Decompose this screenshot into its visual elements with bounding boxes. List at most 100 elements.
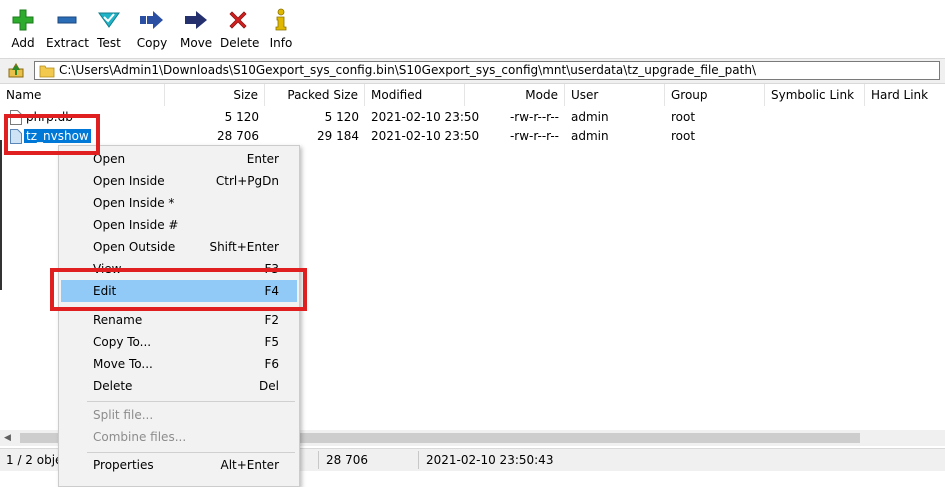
menu-item-combine-files[interactable]: Combine files... bbox=[59, 426, 299, 448]
column-header-packed-size[interactable]: Packed Size bbox=[265, 84, 365, 106]
menu-item-shortcut: F3 bbox=[264, 262, 279, 276]
column-header-name[interactable]: Name bbox=[0, 84, 165, 106]
row-packed-size: 5 120 bbox=[324, 110, 359, 124]
menu-item-label: Open Inside # bbox=[93, 218, 179, 232]
menu-item-edit[interactable]: Edit F4 bbox=[61, 280, 297, 302]
folder-icon bbox=[39, 65, 55, 78]
table-row[interactable]: tz_nvshow 28 706 29 184 2021-02-10 23:50… bbox=[0, 127, 945, 146]
info-label: Info bbox=[269, 36, 293, 50]
toolbar: Add Extract Test Copy Move Delete Info bbox=[0, 0, 945, 56]
move-label: Move bbox=[180, 36, 213, 50]
menu-item-label: Combine files... bbox=[93, 430, 187, 444]
delete-button[interactable]: Delete bbox=[220, 8, 260, 54]
row-group: root bbox=[671, 110, 696, 124]
column-header-mode[interactable]: Mode bbox=[465, 84, 565, 106]
extract-label: Extract bbox=[46, 36, 89, 50]
copy-button[interactable]: Copy bbox=[136, 8, 168, 54]
menu-item-label: Move To... bbox=[93, 357, 153, 371]
status-size: 28 706 bbox=[326, 453, 368, 467]
menu-item-shortcut: F4 bbox=[264, 284, 279, 298]
menu-item-label: Properties bbox=[93, 458, 154, 472]
menu-item-label: Delete bbox=[93, 379, 133, 393]
menu-item-label: View bbox=[93, 262, 122, 276]
info-icon bbox=[275, 8, 287, 31]
column-header-symbolic-link[interactable]: Symbolic Link bbox=[765, 84, 865, 106]
menu-item-shortcut: F5 bbox=[264, 335, 279, 349]
row-user: admin bbox=[571, 110, 609, 124]
menu-item-move-to[interactable]: Move To... F6 bbox=[59, 353, 299, 375]
menu-item-shortcut: F2 bbox=[264, 313, 279, 327]
menu-item-shortcut: Enter bbox=[246, 152, 279, 166]
row-group: root bbox=[671, 129, 696, 143]
extract-button[interactable]: Extract bbox=[46, 8, 89, 54]
address-bar: C:\Users\Admin1\Downloads\S10Gexport_sys… bbox=[0, 58, 945, 84]
address-path: C:\Users\Admin1\Downloads\S10Gexport_sys… bbox=[59, 63, 757, 77]
context-menu: Open Enter Open Inside Ctrl+PgDn Open In… bbox=[58, 145, 300, 487]
row-name: tz_nvshow bbox=[24, 129, 91, 143]
menu-item-properties[interactable]: Properties Alt+Enter bbox=[59, 454, 299, 476]
menu-item-label: Open bbox=[93, 152, 126, 166]
menu-item-label: Rename bbox=[93, 313, 143, 327]
table-row[interactable]: phrp.db 5 120 5 120 2021-02-10 23:50 -rw… bbox=[0, 108, 945, 127]
menu-item-label: Split file... bbox=[93, 408, 154, 422]
add-label: Add bbox=[11, 36, 35, 50]
plus-icon bbox=[12, 9, 34, 31]
menu-item-open-inside[interactable]: Open Inside Ctrl+PgDn bbox=[59, 170, 299, 192]
minus-icon bbox=[57, 16, 77, 24]
column-header-modified[interactable]: Modified bbox=[365, 84, 465, 106]
menu-item-split-file[interactable]: Split file... bbox=[59, 404, 299, 426]
menu-separator bbox=[87, 452, 295, 453]
row-size: 5 120 bbox=[224, 110, 259, 124]
menu-item-shortcut: Del bbox=[259, 379, 279, 393]
file-icon bbox=[10, 129, 22, 144]
row-user: admin bbox=[571, 129, 609, 143]
menu-item-shortcut: Ctrl+PgDn bbox=[215, 174, 279, 188]
row-mode: -rw-r--r-- bbox=[509, 129, 559, 143]
up-folder-icon[interactable] bbox=[6, 61, 26, 79]
menu-item-label: Copy To... bbox=[93, 335, 152, 349]
move-button[interactable]: Move bbox=[180, 8, 212, 54]
menu-item-open-inside-hash[interactable]: Open Inside # bbox=[59, 214, 299, 236]
double-arrow-icon bbox=[140, 11, 163, 29]
window-edge bbox=[0, 140, 2, 290]
menu-item-label: Edit bbox=[93, 284, 117, 298]
file-icon bbox=[10, 110, 22, 125]
menu-item-shortcut: Alt+Enter bbox=[220, 458, 279, 472]
menu-item-label: Open Inside * bbox=[93, 196, 175, 210]
menu-item-open[interactable]: Open Enter bbox=[59, 148, 299, 170]
status-divider bbox=[418, 451, 419, 469]
info-button[interactable]: Info bbox=[268, 8, 294, 54]
row-modified: 2021-02-10 23:50 bbox=[371, 129, 480, 143]
row-packed-size: 29 184 bbox=[317, 129, 359, 143]
menu-item-open-inside-star[interactable]: Open Inside * bbox=[59, 192, 299, 214]
delete-label: Delete bbox=[220, 36, 260, 50]
menu-item-view[interactable]: View F3 bbox=[59, 258, 299, 280]
menu-item-label: Open Inside bbox=[93, 174, 165, 188]
column-header-group[interactable]: Group bbox=[665, 84, 765, 106]
add-button[interactable]: Add bbox=[10, 8, 36, 54]
menu-item-shortcut: F6 bbox=[264, 357, 279, 371]
x-icon bbox=[229, 11, 247, 29]
status-divider bbox=[318, 451, 319, 469]
scroll-left-icon[interactable]: ◀ bbox=[4, 433, 11, 443]
row-size: 28 706 bbox=[217, 129, 259, 143]
checkmark-icon bbox=[98, 12, 120, 28]
menu-separator bbox=[87, 401, 295, 402]
menu-item-open-outside[interactable]: Open Outside Shift+Enter bbox=[59, 236, 299, 258]
copy-label: Copy bbox=[136, 36, 168, 50]
row-name: phrp.db bbox=[26, 110, 73, 124]
test-label: Test bbox=[97, 36, 121, 50]
status-modified: 2021-02-10 23:50:43 bbox=[426, 453, 554, 467]
test-button[interactable]: Test bbox=[96, 8, 122, 54]
column-header-user[interactable]: User bbox=[565, 84, 665, 106]
column-header-size[interactable]: Size bbox=[165, 84, 265, 106]
menu-item-delete[interactable]: Delete Del bbox=[59, 375, 299, 397]
arrow-right-icon bbox=[185, 11, 207, 29]
row-modified: 2021-02-10 23:50 bbox=[371, 110, 480, 124]
menu-item-shortcut: Shift+Enter bbox=[209, 240, 279, 254]
menu-item-copy-to[interactable]: Copy To... F5 bbox=[59, 331, 299, 353]
menu-item-rename[interactable]: Rename F2 bbox=[59, 309, 299, 331]
menu-item-label: Open Outside bbox=[93, 240, 176, 254]
address-input[interactable]: C:\Users\Admin1\Downloads\S10Gexport_sys… bbox=[34, 61, 940, 80]
column-header-hard-link[interactable]: Hard Link bbox=[865, 84, 945, 106]
